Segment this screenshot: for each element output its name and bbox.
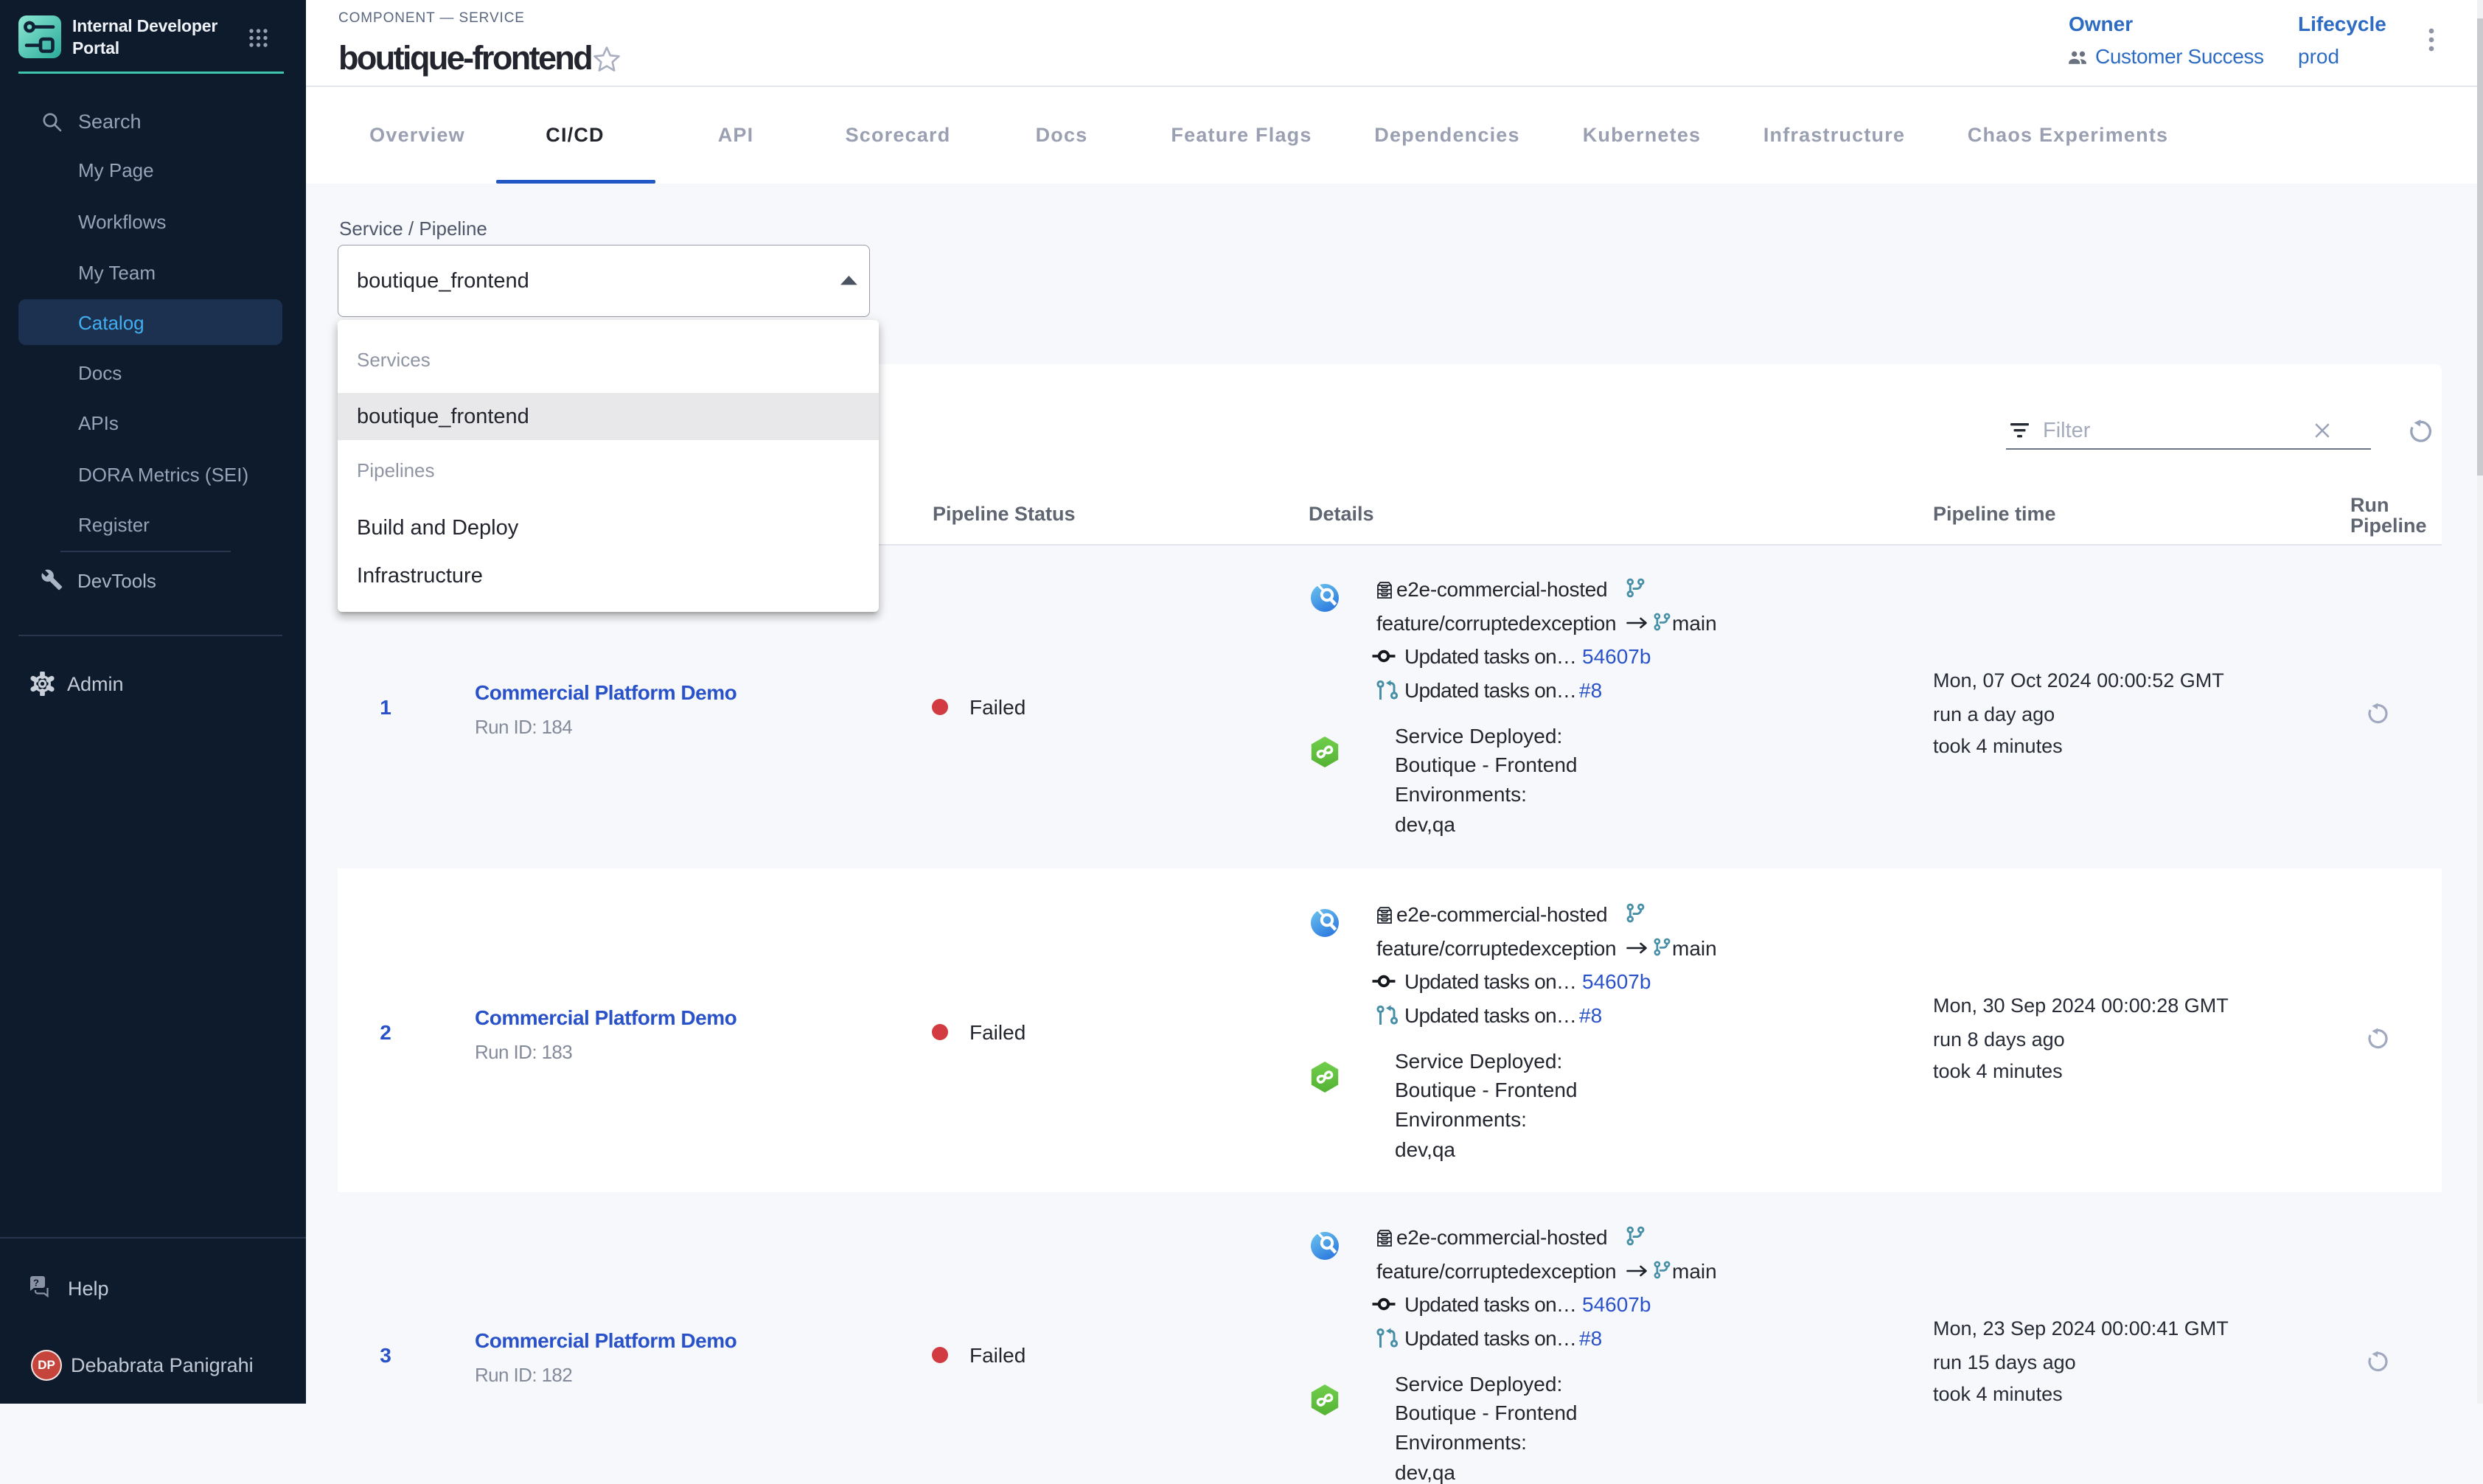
svg-text:?: ? <box>33 1278 39 1289</box>
